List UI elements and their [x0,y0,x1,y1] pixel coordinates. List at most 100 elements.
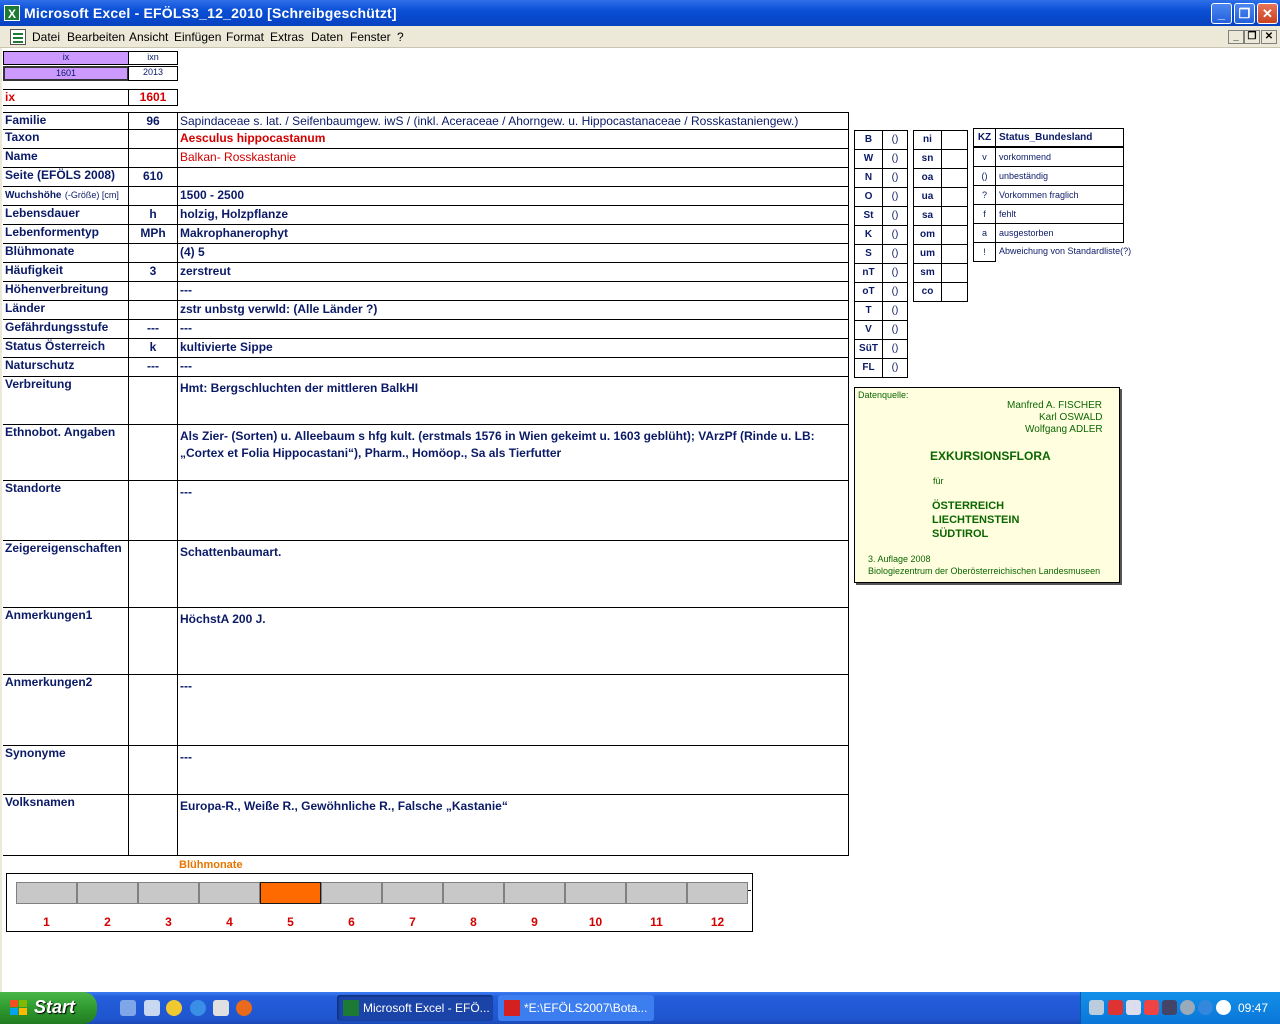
workbook-icon[interactable] [10,29,26,45]
row-label[interactable]: Taxon [3,129,129,149]
menu-einfuegen[interactable]: Einfügen [174,30,221,44]
row-label[interactable]: Familie [3,112,129,130]
menu-daten[interactable]: Daten [311,30,343,44]
row-value[interactable]: Aesculus hippocastanum [177,129,849,149]
row-label[interactable]: Blühmonate [3,243,129,263]
row-value[interactable]: --- [177,674,849,746]
excel-app-icon[interactable]: X [4,5,20,21]
zone-status[interactable] [941,244,968,264]
zone-code[interactable]: sa [913,206,942,226]
row-code[interactable]: --- [128,319,178,339]
row-value[interactable]: zerstreut [177,262,849,282]
zone-code[interactable]: sm [913,263,942,283]
row-label[interactable]: Synonyme [3,745,129,795]
zone-status[interactable] [941,187,968,207]
row-label[interactable]: Naturschutz [3,357,129,377]
row-value[interactable]: zstr unbstg verwld: (Alle Länder ?) [177,300,849,320]
zone-status[interactable] [941,149,968,169]
zone-code[interactable]: oa [913,168,942,188]
row-label[interactable]: Verbreitung [3,376,129,425]
row-label[interactable]: Länder [3,300,129,320]
close-button[interactable]: ✕ [1257,3,1278,24]
row-value[interactable]: Balkan- Rosskastanie [177,148,849,168]
start-button[interactable]: Start [0,992,97,1024]
mail-icon[interactable] [213,1000,229,1016]
row-value[interactable]: Hmt: Bergschluchten der mittleren BalkHI [177,376,849,425]
legend-code[interactable]: ? [973,185,996,205]
desktop-icon[interactable] [120,1000,136,1016]
row-label[interactable]: Anmerkungen1 [3,607,129,675]
row-code[interactable] [128,607,178,675]
row-code[interactable]: 96 [128,112,178,130]
search-icon[interactable] [1126,1000,1141,1015]
row-label[interactable]: Volksnamen [3,794,129,856]
row-label[interactable]: Lebenformentyp [3,224,129,244]
row-code[interactable] [128,376,178,425]
legend-description[interactable]: unbeständig [995,166,1124,186]
region-status[interactable]: () [882,187,908,207]
row-label[interactable]: Anmerkungen2 [3,674,129,746]
internet-explorer-icon[interactable] [190,1000,206,1016]
row-label[interactable]: Name [3,148,129,168]
menu-help[interactable]: ? [397,30,404,44]
minimize-button[interactable]: _ [1211,3,1232,24]
region-status[interactable]: () [882,168,908,188]
zone-status[interactable] [941,168,968,188]
legend-code[interactable]: ! [973,242,996,262]
sheet-close-icon[interactable]: ✕ [1261,30,1277,44]
region-code[interactable]: oT [854,282,883,302]
region-status[interactable]: () [882,244,908,264]
region-status[interactable]: () [882,339,908,359]
menu-extras[interactable]: Extras [270,30,304,44]
ix-header[interactable]: ix [3,51,129,65]
worksheet[interactable]: ix ixn 1601 2013 ix 1601 Familie 96 Sapind… [0,48,1280,992]
row-label[interactable]: Zeigereigenschaften [3,540,129,608]
legend-code[interactable]: () [973,166,996,186]
row-value[interactable]: Schattenbaumart. [177,540,849,608]
row-value[interactable] [177,167,849,187]
region-code[interactable]: K [854,225,883,245]
zone-code[interactable]: ni [913,130,942,150]
row-value[interactable]: Makrophanerophyt [177,224,849,244]
row-code[interactable]: 610 [128,167,178,187]
zone-status[interactable] [941,225,968,245]
row-code[interactable] [128,186,178,206]
menu-fenster[interactable]: Fenster [350,30,391,44]
menu-bearbeiten[interactable]: Bearbeiten [67,30,125,44]
legend-code[interactable]: f [973,204,996,224]
row-code[interactable]: 3 [128,262,178,282]
zone-status[interactable] [941,263,968,283]
row-label[interactable]: Höhenverbreitung [3,281,129,301]
region-code[interactable]: SüT [854,339,883,359]
legend-description[interactable]: vorkommend [995,147,1124,167]
info-icon[interactable] [1198,1000,1213,1015]
legend-code[interactable]: v [973,147,996,167]
row-value[interactable]: --- [177,745,849,795]
region-status[interactable]: () [882,225,908,245]
row-code[interactable] [128,480,178,541]
sync-icon[interactable] [1180,1000,1195,1015]
row-value[interactable]: Als Zier- (Sorten) u. Alleebaum s hfg ku… [177,424,849,481]
row-code[interactable] [128,424,178,481]
region-code[interactable]: W [854,149,883,169]
legend-code[interactable]: a [973,223,996,243]
region-code[interactable]: S [854,244,883,264]
row-value[interactable]: Europa-R., Weiße R., Gewöhnliche R., Fal… [177,794,849,856]
zone-code[interactable]: om [913,225,942,245]
restore-button[interactable]: ❐ [1234,3,1255,24]
region-status[interactable]: () [882,149,908,169]
legend-description[interactable]: Vorkommen fraglich [995,185,1124,205]
row-label[interactable]: Status Österreich [3,338,129,358]
row-label[interactable]: Ethnobot. Angaben [3,424,129,481]
taskbar-document[interactable]: *E:\EFÖLS2007\Bota... [498,995,654,1021]
region-code[interactable]: FL [854,358,883,378]
row-value[interactable]: Sapindaceae s. lat. / Seifenbaumgew. iwS… [177,112,849,130]
legend-title[interactable]: Status_Bundesland [995,128,1124,147]
row-code[interactable]: h [128,205,178,225]
legend-description[interactable]: fehlt [995,204,1124,224]
row-code[interactable]: k [128,338,178,358]
row-code[interactable] [128,148,178,168]
row-value[interactable]: --- [177,480,849,541]
region-code[interactable]: N [854,168,883,188]
region-code[interactable]: T [854,301,883,321]
